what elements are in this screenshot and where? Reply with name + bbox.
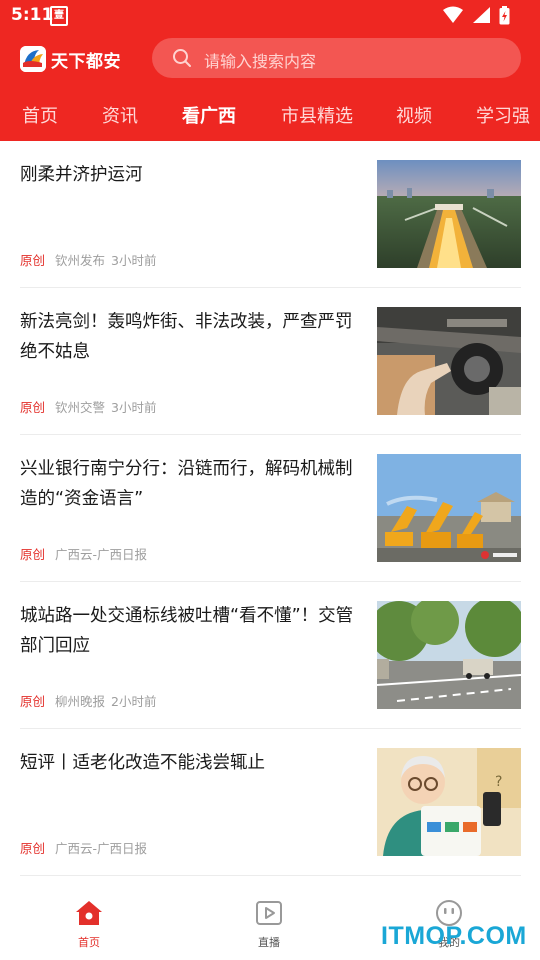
original-tag: 原创 (20, 253, 46, 268)
news-thumbnail: ? (377, 748, 521, 856)
news-title: 刚柔并济护运河 (20, 165, 143, 185)
news-thumbnail (377, 307, 521, 415)
logo-mark-icon (20, 46, 46, 72)
news-title: 新法亮剑！轰鸣炸街、非法改装，严查严罚绝不姑息 (20, 312, 353, 362)
nav-home[interactable]: 首页 (49, 898, 129, 950)
tab-video[interactable]: 视频 (396, 102, 432, 128)
app-screen: 5:11 壹 天下都安 请输入搜索内容 首页 资讯 看广西 市县精选 视频 学习… (0, 0, 540, 960)
tab-home[interactable]: 首页 (22, 102, 58, 128)
news-meta: 原创 钦州交警 3小时前 (20, 397, 156, 416)
wifi-icon (442, 6, 463, 23)
logo-text: 天下都安 (51, 52, 121, 72)
news-source: 钦州发布 (55, 253, 106, 268)
news-time: 2小时前 (111, 694, 157, 709)
news-source: 广西云-广西日报 (55, 547, 148, 562)
news-thumbnail (377, 160, 521, 268)
news-item[interactable]: 城站路一处交通标线被吐槽“看不懂”！交管部门回应 原创 柳州晚报 2小时前 (20, 582, 521, 729)
news-title: 兴业银行南宁分行：沿链而行，解码机械制造的“资金语言” (20, 459, 353, 509)
news-thumbnail (377, 454, 521, 562)
search-icon (173, 49, 191, 67)
original-tag: 原创 (20, 547, 46, 562)
news-title: 短评丨适老化改造不能浅尝辄止 (20, 753, 265, 773)
tab-county-picks[interactable]: 市县精选 (281, 102, 353, 128)
svg-text:?: ? (495, 774, 502, 790)
original-tag: 原创 (20, 694, 46, 709)
news-item[interactable]: 刚柔并济护运河 原创 钦州发布 3小时前 (20, 141, 521, 288)
news-meta: 原创 柳州晚报 2小时前 (20, 691, 156, 710)
news-item[interactable]: 短评丨适老化改造不能浅尝辄止 原创 广西云-广西日报 ? (20, 729, 521, 876)
nav-home-label: 首页 (78, 936, 100, 949)
tab-study[interactable]: 学习强 (476, 102, 530, 128)
notification-app-icon: 壹 (50, 6, 68, 26)
category-tabs: 首页 资讯 看广西 市县精选 视频 学习强 (0, 94, 540, 134)
app-header: 5:11 壹 天下都安 请输入搜索内容 首页 资讯 看广西 市县精选 视频 学习… (0, 0, 540, 141)
signal-icon (472, 7, 490, 23)
tab-news[interactable]: 资讯 (102, 102, 138, 128)
original-tag: 原创 (20, 400, 46, 415)
live-play-icon (256, 901, 282, 925)
nav-live[interactable]: 直播 (229, 898, 309, 950)
news-source: 柳州晚报 (55, 694, 106, 709)
status-time: 5:11 (11, 5, 54, 25)
news-time: 3小时前 (111, 400, 157, 415)
news-item[interactable]: 兴业银行南宁分行：沿链而行，解码机械制造的“资金语言” 原创 广西云-广西日报 (20, 435, 521, 582)
home-icon (76, 901, 102, 925)
search-placeholder: 请输入搜索内容 (204, 52, 317, 71)
news-meta: 原创 钦州发布 3小时前 (20, 250, 156, 269)
battery-icon (499, 6, 510, 25)
news-item[interactable]: 新法亮剑！轰鸣炸街、非法改装，严查严罚绝不姑息 原创 钦州交警 3小时前 (20, 288, 521, 435)
news-feed: 刚柔并济护运河 原创 钦州发布 3小时前 新法亮剑！轰鸣炸街、非法改装，严查严罚… (0, 141, 540, 878)
original-tag: 原创 (20, 841, 46, 856)
search-bar[interactable]: 请输入搜索内容 (152, 38, 521, 78)
news-thumbnail (377, 601, 521, 709)
news-source: 广西云-广西日报 (55, 841, 148, 856)
watermark: ITMOP.COM (381, 922, 527, 950)
news-title: 城站路一处交通标线被吐槽“看不懂”！交管部门回应 (20, 606, 354, 656)
news-meta: 原创 广西云-广西日报 (20, 544, 153, 563)
nav-live-label: 直播 (258, 936, 280, 949)
news-time: 3小时前 (111, 253, 157, 268)
tab-guangxi[interactable]: 看广西 (182, 102, 236, 128)
status-icons (439, 6, 510, 26)
news-source: 钦州交警 (55, 400, 106, 415)
news-meta: 原创 广西云-广西日报 (20, 838, 153, 857)
status-bar: 5:11 壹 (0, 0, 540, 32)
